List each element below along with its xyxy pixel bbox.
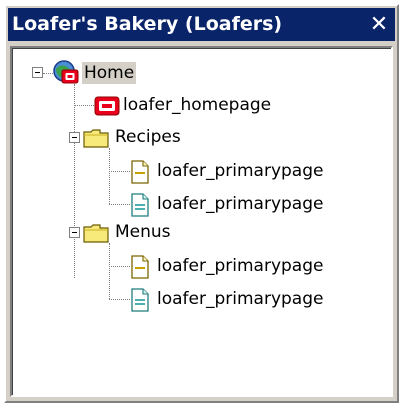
folder-icon [83,224,109,243]
collapse-home-toggle[interactable] [32,67,43,78]
tree-connector [109,171,130,172]
page-yellow-icon [131,160,149,184]
tree-connector [74,84,75,278]
tree-connector [109,266,130,267]
tree-node-menus-page-2[interactable]: loafer_primarypage [155,288,325,310]
tree-node-recipes-page-2[interactable]: loafer_primarypage [155,193,325,215]
tree-node-home[interactable]: Home [82,62,137,84]
tree-node-menus[interactable]: Menus [113,221,173,243]
tree-node-recipes-page-1[interactable]: loafer_primarypage [155,160,325,182]
page-teal-icon [131,288,149,312]
close-icon: ✕ [369,12,389,37]
close-button[interactable]: ✕ [367,8,391,41]
tree-node-loafer-homepage[interactable]: loafer_homepage [121,94,273,116]
panel-title: Loafer's Bakery (Loafers) [12,13,283,35]
collapse-recipes-toggle[interactable] [69,132,80,143]
panel-titlebar: Loafer's Bakery (Loafers) ✕ [8,8,395,41]
site-tree: Home loafer_homepage Recipes loafer_prim… [10,46,393,397]
home-globe-icon [53,60,79,84]
collapse-menus-toggle[interactable] [69,227,80,238]
tree-connector [109,148,110,204]
tree-connector [109,204,130,205]
tree-connector [109,299,130,300]
tree-connector [109,243,110,299]
page-yellow-icon [131,255,149,279]
tree-connector [74,105,94,106]
folder-icon [83,129,109,148]
tree-node-recipes[interactable]: Recipes [113,126,183,148]
page-teal-icon [131,193,149,217]
homepage-icon [94,96,120,116]
site-tree-panel: Loafer's Bakery (Loafers) ✕ Home loafer_… [4,4,399,403]
tree-node-menus-page-1[interactable]: loafer_primarypage [155,255,325,277]
